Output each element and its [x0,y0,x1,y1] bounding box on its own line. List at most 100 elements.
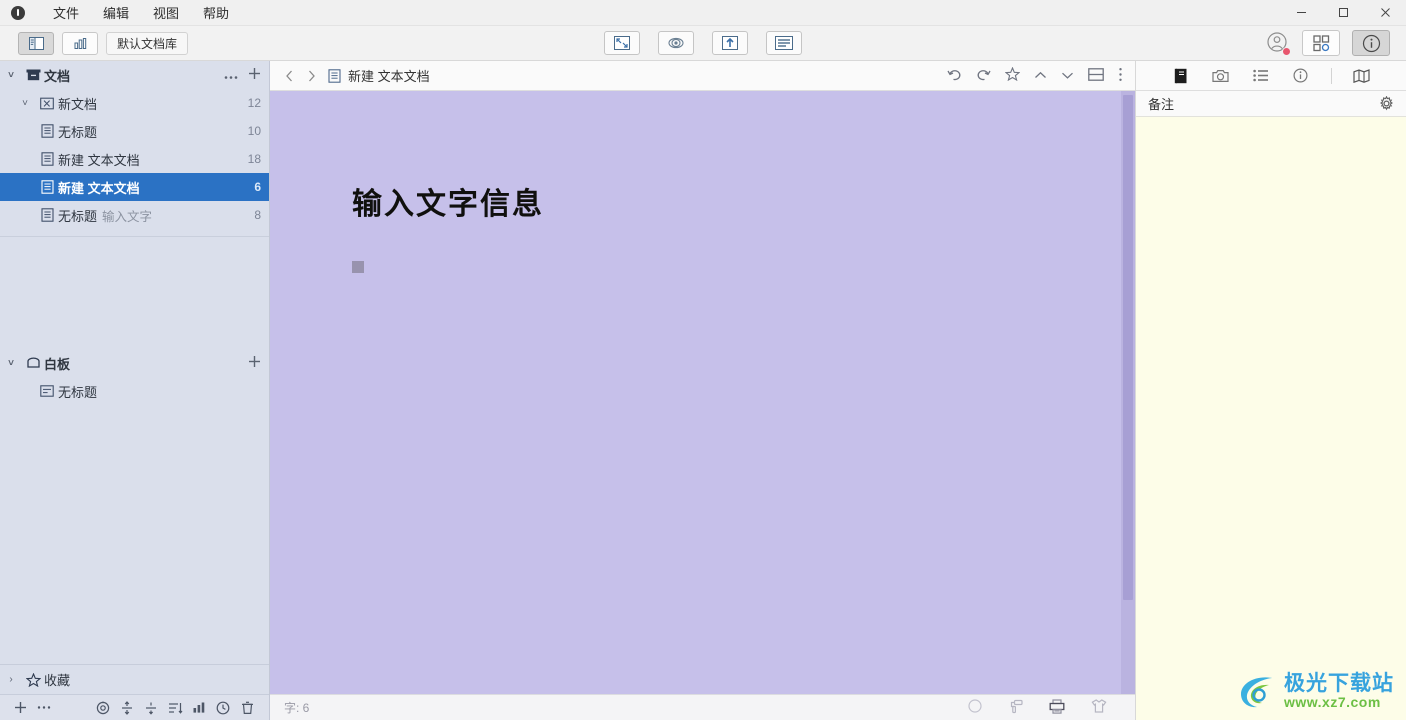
document-library-button[interactable]: 默认文档库 [106,31,189,55]
chevron-down-icon[interactable]: ˅ [0,358,22,369]
document-content[interactable]: 输入文字信息 [270,91,1135,273]
tree-item-untitled-child[interactable]: 无标题 10 [0,117,269,145]
circle-button[interactable] [968,699,982,716]
more-menu-button[interactable] [1118,67,1123,85]
paint-roller-button[interactable] [1008,699,1023,717]
toolbar-right-group [1266,30,1406,56]
chevron-right-icon[interactable] [300,70,322,82]
tree-label: 新文档 [58,96,98,112]
section-header-documents[interactable]: ˅ 文档 [0,61,269,89]
sidebar-tree: ˅ 文档 ˅ 新文档 12 无标题 10 新建 文本文档 18 新建 文本文档 … [0,61,269,664]
tree-item-new-doc-group[interactable]: ˅ 新文档 12 [0,89,269,117]
notification-badge [1282,47,1291,56]
split-vertical-icon[interactable] [115,700,139,715]
minimize-button[interactable] [1280,0,1322,26]
document-actions [947,66,1127,85]
scrollbar-thumb[interactable] [1123,95,1133,600]
tree-label-title: 无标题 [58,208,98,224]
section-header-whiteboard[interactable]: ˅ 白板 [0,349,269,377]
tab-list[interactable] [1251,69,1271,82]
focus-mode-button[interactable] [658,31,694,55]
menu-help[interactable]: 帮助 [191,0,241,25]
document-body[interactable]: 输入文字信息 [270,91,1135,694]
tab-map[interactable] [1352,68,1372,83]
tab-info[interactable] [1291,68,1311,83]
chevron-down-icon[interactable] [1061,68,1074,83]
right-panel-body[interactable] [1136,117,1406,720]
undo-button[interactable] [947,68,962,84]
gear-icon[interactable] [1379,96,1394,111]
chevron-down-icon[interactable]: ˅ [0,70,22,81]
theme-button[interactable] [1091,699,1107,716]
ellipsis-icon[interactable] [32,705,56,710]
bar-chart-icon[interactable] [62,31,98,55]
tree-count: 6 [254,180,261,194]
text-doc-icon [36,152,58,166]
document-scrollbar[interactable] [1121,91,1135,694]
tab-notebook[interactable] [1171,68,1191,84]
tree-label-preview: 输入文字 [102,209,153,224]
text-doc-icon [328,68,341,83]
app-logo-icon [11,5,25,20]
more-dots-icon[interactable] [224,68,238,83]
status-bar: 字: 6 [270,694,1135,720]
text-doc-icon [36,208,58,222]
document-heading[interactable]: 输入文字信息 [352,179,1135,223]
chevron-left-icon[interactable] [278,70,300,82]
tree-label: 无标题 [58,124,98,140]
apps-grid-icon[interactable] [1302,30,1340,56]
add-plus-icon[interactable] [248,355,261,371]
chevron-up-icon[interactable] [1034,68,1047,83]
target-icon[interactable] [91,701,115,715]
clock-icon[interactable] [211,701,235,715]
maximize-button[interactable] [1322,0,1364,26]
main-body: ˅ 文档 ˅ 新文档 12 无标题 10 新建 文本文档 18 新建 文本文档 … [0,61,1406,720]
menu-file[interactable]: 文件 [41,0,91,25]
tab-camera[interactable] [1211,69,1231,83]
documents-header-actions [224,67,261,83]
tree-item-new-text-doc-2[interactable]: 新建 文本文档 6 [0,173,269,201]
trash-icon[interactable] [235,701,259,715]
print-button[interactable] [1049,698,1065,717]
document-header: 新建 文本文档 [270,61,1135,91]
word-count: 字: 6 [284,701,310,715]
whiteboard-header-actions [248,355,261,371]
whiteboard-icon [22,356,44,370]
tree-count: 12 [247,96,261,110]
export-button[interactable] [712,31,748,55]
sidebar-layout-icon[interactable] [18,31,54,55]
tree-item-whiteboard-untitled[interactable]: 无标题 [0,377,269,405]
chevron-down-icon[interactable]: ˅ [14,98,36,109]
window-controls [1280,0,1406,26]
close-button[interactable] [1364,0,1406,26]
outline-button[interactable] [766,31,802,55]
plus-icon[interactable] [8,701,32,714]
split-pane-button[interactable] [1088,67,1104,84]
section-favorites[interactable]: › 收藏 [0,664,269,694]
split-horizontal-icon[interactable] [139,701,163,715]
menu-edit[interactable]: 编辑 [91,0,141,25]
add-plus-icon[interactable] [248,67,261,83]
favorite-button[interactable] [1004,66,1021,84]
chevron-right-icon[interactable]: › [0,674,22,685]
right-panel-title: 备注 [1148,97,1175,112]
text-doc-icon [36,180,58,194]
right-panel-header: 备注 [1136,91,1406,117]
info-circle-icon[interactable] [1352,30,1390,56]
star-icon [22,672,44,687]
favorites-label: 收藏 [44,673,71,688]
redo-button[interactable] [976,68,991,84]
fit-screen-button[interactable] [604,31,640,55]
sidebar-divider [0,236,269,237]
page-title: 新建 文本文档 [348,69,430,84]
tree-item-untitled-input[interactable]: 无标题 输入文字 8 [0,201,269,229]
menu-view[interactable]: 视图 [141,0,191,25]
text-doc-icon [36,124,58,138]
section-label-documents: 文档 [44,68,71,84]
bar-chart-icon[interactable] [187,701,211,714]
tab-separator [1330,67,1332,84]
main-toolbar: 默认文档库 [0,26,1406,61]
sort-list-icon[interactable] [163,701,187,715]
account-avatar-icon[interactable] [1266,31,1291,56]
tree-item-new-text-doc-1[interactable]: 新建 文本文档 18 [0,145,269,173]
